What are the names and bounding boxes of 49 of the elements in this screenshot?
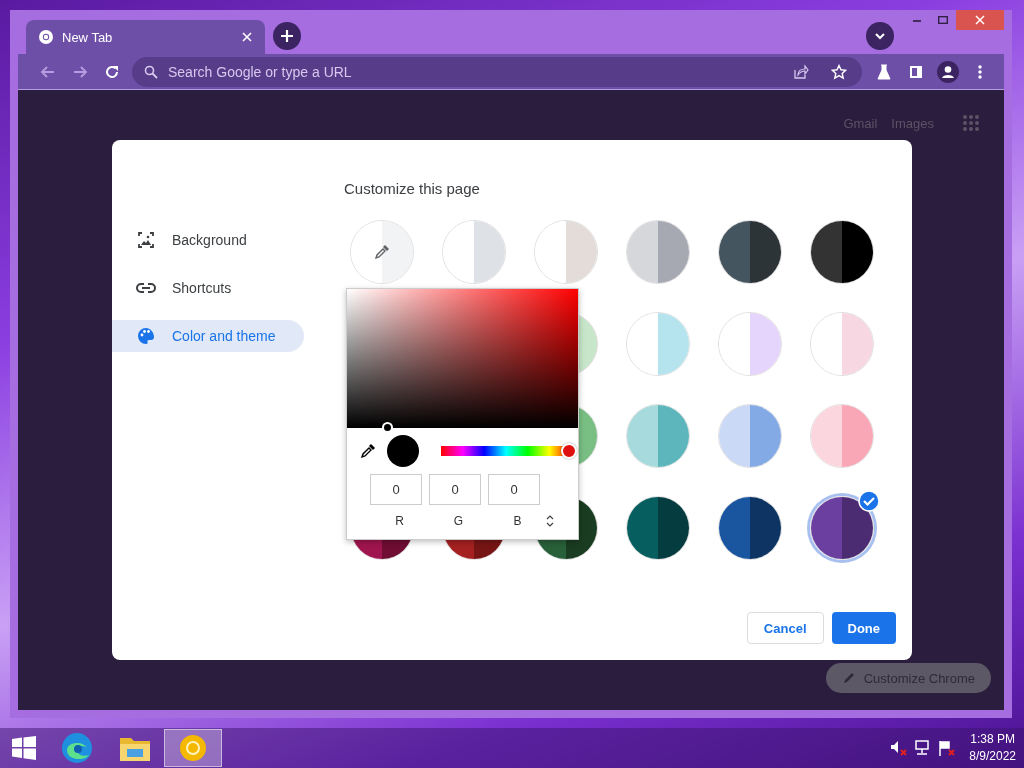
color-swatch[interactable] [442,220,506,284]
clock-time[interactable]: 1:38 PM [970,731,1015,748]
clock-date[interactable]: 8/9/2022 [969,748,1016,765]
dialog-title: Customize this page [344,180,481,199]
color-preview [387,435,419,467]
browser-tab[interactable]: New Tab [26,20,265,54]
color-swatch[interactable] [810,312,874,376]
color-swatch[interactable] [626,496,690,560]
color-swatch[interactable] [626,404,690,468]
browser-icon [61,732,93,764]
value-field[interactable]: 0 [429,474,481,505]
color-swatch[interactable] [718,312,782,376]
field-label: R [394,514,405,528]
custom-color-swatch[interactable] [350,220,414,284]
value-field[interactable]: 0 [488,474,540,505]
pencil-icon [841,671,856,685]
sidebar-item[interactable]: Color and theme [112,320,304,352]
new-tab-icon[interactable] [273,22,301,50]
field-label: B [512,514,523,528]
color-swatch[interactable] [626,312,690,376]
up-down-icon[interactable] [545,514,555,528]
color-swatch[interactable] [534,220,598,284]
field-label: G [452,514,465,528]
chevron-down-icon[interactable] [866,22,894,50]
color-swatch[interactable] [810,220,874,284]
search-icon [144,64,158,79]
color-swatch[interactable] [626,220,690,284]
picker-handle[interactable] [382,422,393,433]
color-swatch[interactable] [718,220,782,284]
sidebar-item[interactable]: Background [112,224,304,256]
eyedropper-icon[interactable] [359,442,377,460]
tab-title: New Tab [62,29,114,45]
image-icon [136,230,156,250]
address-bar[interactable]: Search Google or type a URL [132,56,862,87]
slider-thumb[interactable] [561,443,577,459]
check-icon [858,490,880,512]
eyedropper-icon [373,243,391,261]
cancel-button[interactable]: Cancel [746,612,824,644]
palette-icon [136,326,156,346]
color-swatch[interactable] [718,404,782,468]
address-field[interactable]: Search Google or type a URL [166,62,778,81]
color-swatch[interactable] [810,496,874,560]
globe-icon [38,29,54,45]
taskbar-app[interactable] [164,729,222,767]
color-swatch[interactable] [718,496,782,560]
sidebar-item[interactable]: Shortcuts [112,272,304,304]
value-field[interactable]: 0 [370,474,422,505]
color-swatch[interactable] [810,404,874,468]
done-button[interactable]: Done [831,612,896,644]
